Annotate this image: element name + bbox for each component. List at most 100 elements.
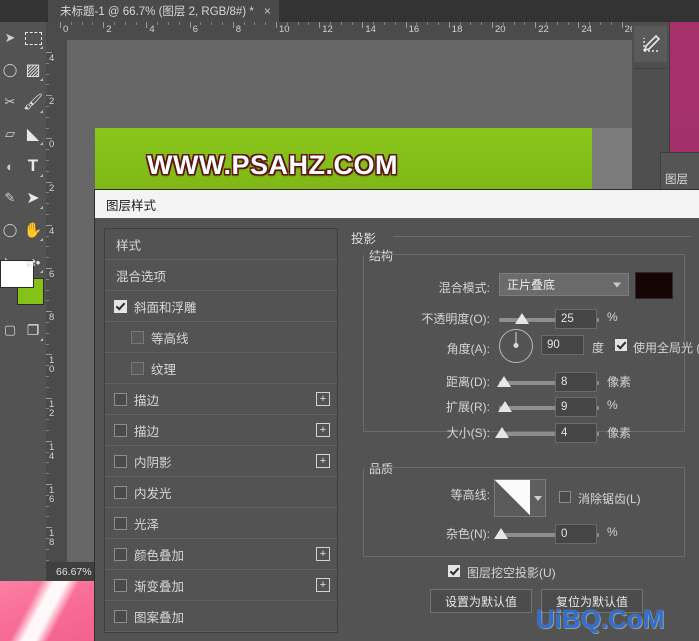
ruler-minor-tick — [200, 22, 202, 25]
ruler-minor-tick — [502, 22, 504, 25]
site-watermark: UiBQ.CoM — [536, 604, 665, 634]
ruler-minor-tick — [524, 22, 526, 25]
vertical-ruler[interactable]: 42024681 01 21 41 61 82 0 — [46, 40, 68, 603]
ruler-minor-tick — [46, 192, 49, 194]
ruler-minor-tick — [178, 22, 180, 25]
ruler-label: 20 — [495, 24, 506, 35]
style-enable-checkbox[interactable] — [131, 330, 144, 344]
ruler-label: 10 — [279, 24, 290, 35]
style-list-item[interactable]: 纹理 — [105, 353, 337, 384]
pen-path-icon[interactable] — [634, 26, 667, 62]
style-list-item[interactable]: 外发光 — [105, 632, 337, 633]
add-effect-icon[interactable]: + — [316, 547, 330, 561]
ruler-tick — [103, 22, 105, 28]
size-slider-thumb[interactable] — [495, 427, 509, 438]
style-enable-checkbox[interactable] — [114, 485, 127, 499]
ruler-minor-tick — [92, 22, 94, 25]
ruler-minor-tick — [46, 160, 49, 161]
style-list-item[interactable]: 混合选项 — [105, 260, 337, 291]
tool-corner-icon — [40, 338, 43, 341]
opacity-input[interactable]: 25 — [555, 309, 597, 329]
tool-quick-select[interactable]: ◯ ▨ — [0, 54, 46, 86]
style-list-item[interactable]: 样式 — [105, 229, 337, 260]
ruler-label: 0 — [63, 24, 69, 35]
style-list-item[interactable]: 内发光 — [105, 477, 337, 508]
close-icon[interactable]: × — [264, 5, 271, 17]
contour-preview[interactable] — [494, 479, 532, 517]
style-list-item[interactable]: 颜色叠加 + — [105, 539, 337, 570]
add-effect-icon[interactable]: + — [316, 423, 330, 437]
style-list-item[interactable]: 图案叠加 — [105, 601, 337, 632]
tool-hand[interactable]: ◯ ✋ — [0, 214, 46, 246]
antialias-checkbox[interactable] — [559, 491, 571, 503]
ruler-minor-tick — [610, 22, 612, 25]
horizontal-ruler[interactable]: 0 2 4 6 8 10 12 14 16 18 20 22 24 26 — [46, 22, 699, 41]
tool-screen-mode[interactable]: ▢ ❐ — [0, 314, 46, 346]
ruler-minor-tick — [254, 22, 256, 25]
size-value: 4 — [561, 427, 568, 439]
add-effect-icon[interactable]: + — [316, 454, 330, 468]
style-list-item[interactable]: 描边 + — [105, 384, 337, 415]
ruler-minor-tick — [438, 22, 439, 25]
tab-layers[interactable]: 图层 — [665, 171, 688, 187]
ruler-tick — [232, 22, 234, 28]
settings-pane: 投影 结构 混合模式: 正片叠底 不透明度(O): 25 % 角度(A): 90… — [347, 228, 699, 631]
noise-slider-thumb[interactable] — [494, 528, 508, 539]
global-light-checkbox[interactable] — [615, 339, 627, 351]
blend-mode-select[interactable]: 正片叠底 — [499, 273, 629, 296]
tool-marquee[interactable]: ➤ — [0, 22, 46, 54]
distance-input[interactable]: 8 — [555, 372, 597, 392]
size-input[interactable]: 4 — [555, 423, 597, 443]
spread-slider-thumb[interactable] — [498, 401, 512, 412]
chevron-down-icon — [533, 495, 542, 501]
style-list-item[interactable]: 斜面和浮雕 — [105, 291, 337, 322]
tool-type[interactable]: ◐ T — [0, 150, 46, 182]
add-effect-icon[interactable]: + — [316, 392, 330, 406]
ruler-minor-tick — [124, 22, 126, 25]
add-effect-icon[interactable]: + — [316, 578, 330, 592]
set-default-button[interactable]: 设置为默认值 — [430, 589, 532, 613]
contour-dropdown-button[interactable] — [530, 479, 546, 517]
ruler-label: 8 — [235, 24, 242, 35]
tool-path-selection[interactable]: ✎ ➤ — [0, 182, 46, 214]
tool-eraser[interactable]: ▱ ◣ — [0, 118, 46, 150]
style-enable-checkbox[interactable] — [114, 516, 127, 530]
noise-input[interactable]: 0 — [555, 524, 597, 544]
shadow-color-swatch[interactable] — [635, 272, 673, 299]
panel-title-rule — [393, 236, 691, 237]
style-list-item[interactable]: 等高线 — [105, 322, 337, 353]
style-enable-checkbox[interactable] — [114, 578, 127, 592]
ruler-tick — [319, 22, 321, 28]
style-list-item[interactable]: 内阴影 + — [105, 446, 337, 477]
distance-slider-thumb[interactable] — [497, 376, 511, 387]
ruler-minor-tick — [470, 22, 472, 25]
knockout-checkbox[interactable] — [448, 565, 460, 577]
style-enable-checkbox[interactable] — [114, 547, 127, 561]
style-enable-checkbox[interactable] — [114, 392, 127, 406]
ruler-minor-tick — [351, 22, 353, 25]
color-swatches[interactable]: ⇄ — [0, 256, 46, 306]
ruler-minor-tick — [46, 365, 49, 367]
style-enable-checkbox[interactable] — [114, 299, 127, 313]
spread-input[interactable]: 9 — [555, 397, 597, 417]
style-enable-checkbox[interactable] — [114, 454, 127, 468]
ruler-minor-tick — [567, 22, 569, 25]
opacity-label: 不透明度(O): — [421, 312, 490, 326]
style-list-item[interactable]: 渐变叠加 + — [105, 570, 337, 601]
tool-brush[interactable]: ✂ 🖌 — [0, 86, 46, 118]
style-enable-checkbox[interactable] — [131, 361, 144, 375]
document-tab[interactable]: 未标题-1 @ 66.7% (图层 2, RGB/8#) * × — [48, 0, 279, 22]
style-effects-list[interactable]: 样式 混合选项 斜面和浮雕 等高线 纹理 描边 + 描边 + 内阴影 + 内发光 光泽 颜色叠加 + 渐变叠加… — [104, 228, 338, 633]
ruler-minor-tick — [459, 22, 461, 25]
style-list-item-label: 光泽 — [134, 517, 160, 532]
style-list-item[interactable]: 描边 + — [105, 415, 337, 446]
style-enable-checkbox[interactable] — [114, 609, 127, 623]
angle-input[interactable]: 90 — [541, 335, 584, 355]
swap-colors-icon[interactable]: ⇄ — [26, 256, 36, 270]
style-enable-checkbox[interactable] — [114, 423, 127, 437]
ruler-minor-tick — [81, 22, 83, 25]
ruler-label: 4 — [49, 53, 55, 64]
angle-dial[interactable] — [499, 329, 533, 363]
style-list-item[interactable]: 光泽 — [105, 508, 337, 539]
opacity-slider-thumb[interactable] — [515, 313, 529, 324]
